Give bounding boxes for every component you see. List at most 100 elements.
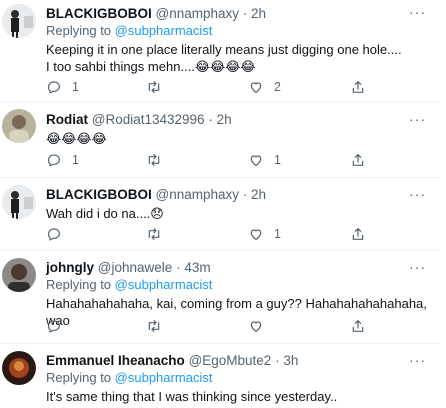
like-icon [250,82,262,93]
separator-dot: · [208,112,213,127]
display-name[interactable]: Emmanuel Iheanacho [46,353,185,368]
reply-button[interactable]: 1 [46,152,79,168]
tweet[interactable]: BLACKIGBOBOI @nnamphaxy · 2h Wah did i d… [0,177,440,251]
tweet[interactable]: Emmanuel Iheanacho @EgoMbute2 · 3h Reply… [0,343,440,408]
like-count: 2 [274,80,281,94]
tweet[interactable]: johngly @johnawele · 43m Replying to @su… [0,250,440,344]
tweet-header: johngly @johnawele · 43m [46,259,432,276]
like-button[interactable]: 1 [248,226,281,242]
like-icon [250,321,262,332]
reply-count: 1 [72,153,79,167]
avatar-image [2,258,36,292]
more-icon[interactable]: ··· [409,111,426,127]
user-handle[interactable]: @Rodiat13432996 [92,112,205,127]
user-handle[interactable]: @nnamphaxy [156,6,240,21]
mention-link[interactable]: @subpharmacist [115,277,213,292]
tweet-text: 😂😂😂😂 [46,130,432,147]
like-icon [250,229,262,240]
tweet-text-line: I too sahbi things mehn....😂😂😂😂 [46,59,256,74]
display-name[interactable]: johngly [46,260,94,275]
share-icon [352,81,364,93]
timestamp[interactable]: 2h [251,187,266,202]
tweet-text-line: Wah did i do na....😞 [46,206,164,221]
tweet-header: Rodiat @Rodiat13432996 · 2h [46,111,432,128]
mention-link[interactable]: @subpharmacist [115,370,213,385]
avatar[interactable] [2,4,36,38]
separator-dot: · [242,6,248,21]
share-button[interactable] [350,79,366,95]
more-icon[interactable]: ··· [409,186,426,202]
tweet-text-line: Keeping it in one place literally means … [46,42,402,57]
replying-to: Replying to @subpharmacist [46,23,432,39]
avatar-image [2,4,36,38]
more-icon[interactable]: ··· [409,4,426,20]
tweet-text-line: It's same thing that I was thinking sinc… [46,389,338,404]
tweet-content: Emmanuel Iheanacho @EgoMbute2 · 3h Reply… [46,352,432,405]
reply-button[interactable] [46,226,72,242]
retweet-button[interactable] [146,152,172,168]
mention-link[interactable]: @subpharmacist [115,23,213,38]
retweet-button[interactable] [146,226,172,242]
tweet-text-line: 😂😂😂😂 [46,131,107,146]
like-button[interactable]: 2 [248,79,281,95]
tweet-text: Wah did i do na....😞 [46,205,432,222]
separator-dot: · [242,187,248,202]
share-button[interactable] [350,318,366,334]
like-count: 1 [274,227,281,241]
share-icon [352,154,364,166]
tweet-actions: 1 [46,226,376,244]
replying-to-label: Replying to [46,277,115,292]
avatar[interactable] [2,185,36,219]
avatar[interactable] [2,351,36,385]
reply-icon [48,228,60,241]
timestamp[interactable]: 3h [283,353,298,368]
tweet-content: BLACKIGBOBOI @nnamphaxy · 2h Wah did i d… [46,186,432,222]
retweet-button[interactable] [146,318,172,334]
reply-count: 1 [72,80,79,94]
user-handle[interactable]: @nnamphaxy [156,187,240,202]
like-button[interactable]: 1 [248,152,281,168]
retweet-icon [148,320,160,332]
display-name[interactable]: BLACKIGBOBOI [46,6,152,21]
tweet-header: BLACKIGBOBOI @nnamphaxy · 2h [46,5,432,22]
avatar[interactable] [2,109,36,143]
replying-to-label: Replying to [46,23,115,38]
user-handle[interactable]: @johnawele [98,260,173,275]
tweet-actions [46,318,376,336]
reply-button[interactable] [46,318,72,334]
retweet-icon [148,81,160,93]
display-name[interactable]: Rodiat [46,112,88,127]
tweet-actions: 1 2 [46,79,376,97]
like-button[interactable] [248,318,274,334]
tweet-header: BLACKIGBOBOI @nnamphaxy · 2h [46,186,432,203]
retweet-button[interactable] [146,79,172,95]
tweet-text: It's same thing that I was thinking sinc… [46,388,432,405]
avatar[interactable] [2,258,36,292]
reply-button[interactable]: 1 [46,79,79,95]
share-button[interactable] [350,226,366,242]
retweet-icon [148,228,160,240]
more-icon[interactable]: ··· [409,259,426,275]
like-icon [250,155,262,166]
avatar-image [2,351,36,385]
timestamp[interactable]: 2h [251,6,266,21]
tweet[interactable]: Rodiat @Rodiat13432996 · 2h 😂😂😂😂 ··· 1 1 [0,101,440,178]
reply-icon [48,154,60,167]
more-icon[interactable]: ··· [409,352,426,368]
timestamp[interactable]: 43m [184,260,210,275]
tweet-header: Emmanuel Iheanacho @EgoMbute2 · 3h [46,352,432,369]
share-button[interactable] [350,152,366,168]
share-icon [352,320,364,332]
reply-icon [48,81,60,94]
user-handle[interactable]: @EgoMbute2 [189,353,272,368]
replying-to: Replying to @subpharmacist [46,370,432,386]
display-name[interactable]: BLACKIGBOBOI [46,187,152,202]
retweet-icon [148,154,160,166]
tweet-content: BLACKIGBOBOI @nnamphaxy · 2h Replying to… [46,5,432,75]
reply-feed: BLACKIGBOBOI @nnamphaxy · 2h Replying to… [0,0,446,408]
tweet[interactable]: BLACKIGBOBOI @nnamphaxy · 2h Replying to… [0,0,440,102]
timestamp[interactable]: 2h [217,112,232,127]
separator-dot: · [275,353,280,368]
tweet-content: Rodiat @Rodiat13432996 · 2h 😂😂😂😂 [46,111,432,147]
share-icon [352,228,364,240]
